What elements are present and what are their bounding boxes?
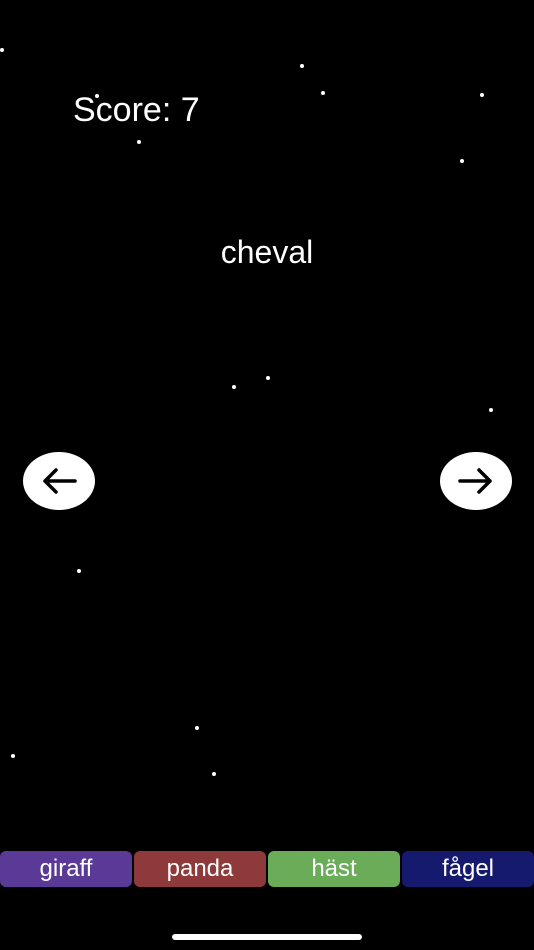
answer-choices: giraff panda häst fågel	[0, 851, 534, 887]
star	[460, 159, 464, 163]
star	[0, 48, 4, 52]
star	[300, 64, 304, 68]
star	[480, 93, 484, 97]
choice-button-hast[interactable]: häst	[268, 851, 400, 887]
game-screen: Score: 7 cheval giraff panda häst fågel	[0, 0, 534, 950]
prompt-word: cheval	[220, 234, 314, 270]
choice-button-panda[interactable]: panda	[134, 851, 266, 887]
arrow-left-icon	[43, 468, 77, 494]
previous-button[interactable]	[23, 452, 95, 510]
star	[77, 569, 81, 573]
star	[195, 726, 199, 730]
star	[212, 772, 216, 776]
star	[11, 754, 15, 758]
arrow-right-icon	[458, 468, 492, 494]
star	[232, 385, 236, 389]
choice-button-fagel[interactable]: fågel	[402, 851, 534, 887]
star	[266, 376, 270, 380]
star	[137, 140, 141, 144]
choice-button-giraff[interactable]: giraff	[0, 851, 132, 887]
score-label: Score: 7	[73, 91, 200, 129]
home-indicator[interactable]	[172, 934, 362, 940]
next-button[interactable]	[440, 452, 512, 510]
star	[489, 408, 493, 412]
star	[321, 91, 325, 95]
